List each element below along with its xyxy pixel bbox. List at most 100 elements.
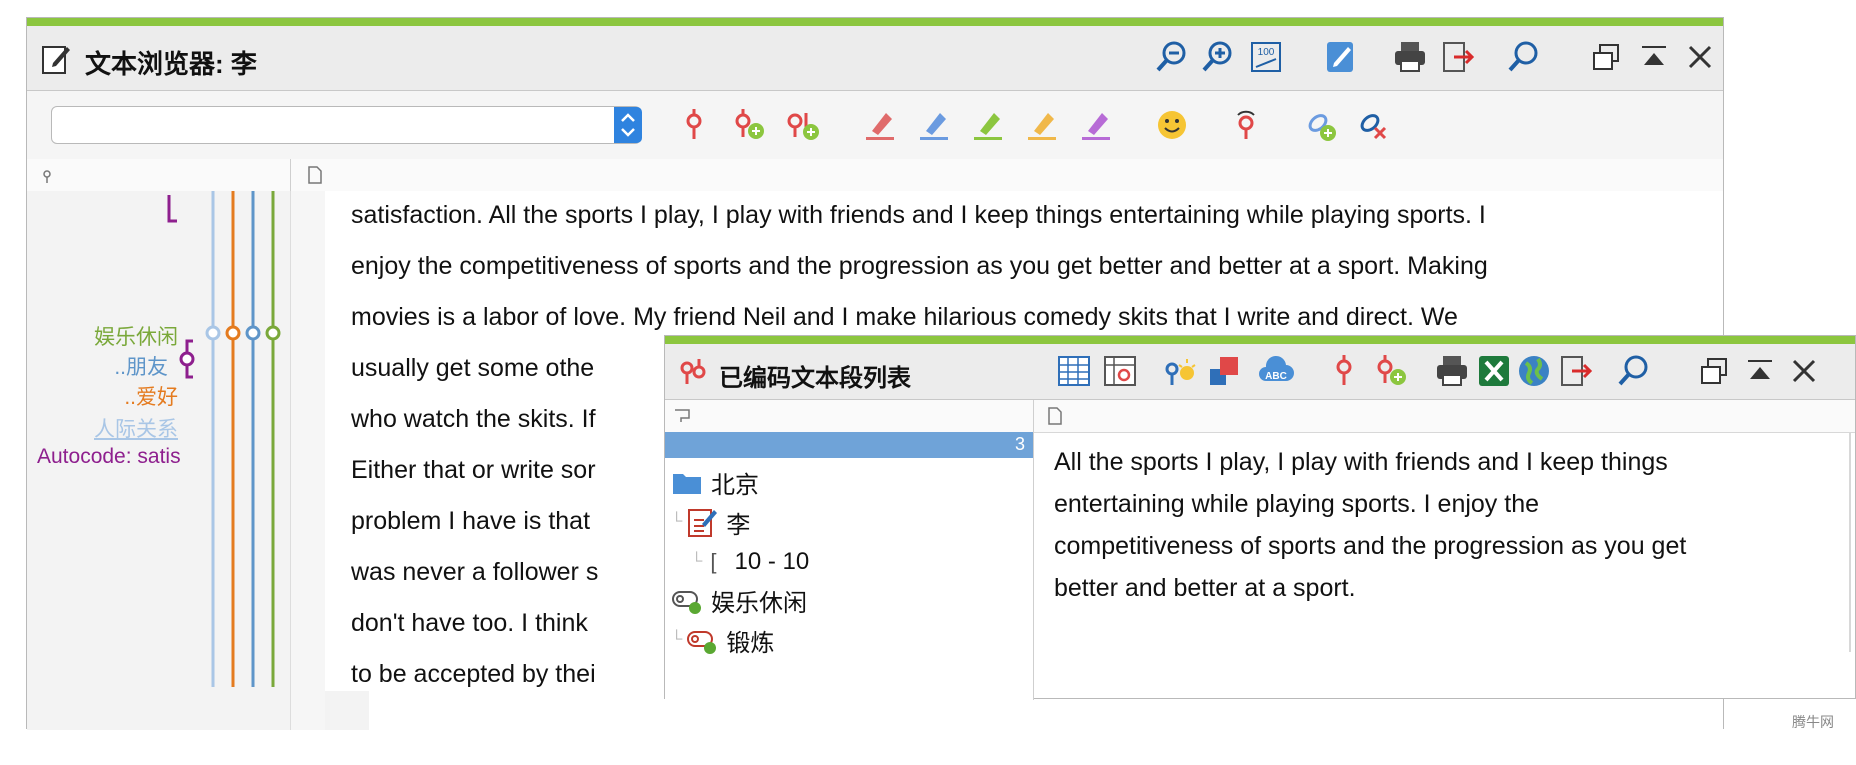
excel-export-icon[interactable] [1475,352,1513,390]
restore-window-icon[interactable] [1587,38,1625,76]
table-view-icon[interactable] [1055,352,1093,390]
tree-header-row[interactable]: 3 [665,432,1033,458]
column-header [665,400,1855,433]
column-divider[interactable] [1033,400,1034,432]
code-label-relationships[interactable]: 人际关系 [94,413,178,443]
doc-line: satisfaction. All the sports I play, I p… [351,201,1486,229]
add-code-with-info-icon[interactable] [783,106,821,144]
add-code-icon[interactable] [1371,352,1409,390]
segment-bracket-icon: [ [710,549,717,574]
watermark: 腾牛网 [1792,714,1834,730]
doc-line: enjoy the competitiveness of sports and … [351,252,1488,280]
tree-item-label: 娱乐休闲 [711,589,807,617]
highlight-yellow-icon[interactable] [1023,106,1061,144]
vertical-scrollbar[interactable] [1849,432,1851,652]
emoticode-smiley-icon[interactable] [1153,106,1191,144]
search-icon[interactable] [1615,352,1653,390]
gutter-marker [325,691,369,730]
doc-line: who watch the skits. If [351,405,596,433]
combo-dropdown-button[interactable] [614,107,642,143]
segment-column-icon [673,408,691,429]
smart-coding-icon[interactable] [1161,352,1199,390]
code-label-recreation[interactable]: 娱乐休闲 [94,321,178,351]
title-bar: 文本浏览器: 李 100 [27,26,1723,91]
highlight-red-icon[interactable] [861,106,899,144]
undo-code-icon[interactable] [1227,106,1265,144]
coded-segments-window: 已编码文本段列表 ABC 3 北京 └ 李 └ [10 - 10 娱乐休闲 └… [664,335,1856,700]
word-cloud-abc-icon[interactable]: ABC [1257,352,1295,390]
close-icon[interactable] [1681,38,1719,76]
remove-link-icon[interactable] [1353,106,1391,144]
export-icon[interactable] [1557,352,1595,390]
column-header [27,159,1723,192]
doc-line: movies is a labor of love. My friend Nei… [351,303,1458,331]
code-stripes-margin: 娱乐休闲 ..朋友 ..爱好 人际关系 Autocode: satis [27,191,291,730]
tree-item-label: 10 - 10 [734,548,810,575]
doc-line: to be accepted by thei [351,660,596,688]
tree-item-document[interactable]: └ 李 [671,502,750,542]
segment-count: 3 [1014,434,1025,454]
window-accent-bar [665,336,1855,344]
highlight-blue-icon[interactable] [915,106,953,144]
close-icon[interactable] [1785,352,1823,390]
preview-line: better and better at a sport. [1054,574,1356,602]
code-icon [687,631,717,654]
column-divider[interactable] [290,159,291,191]
edit-mode-icon[interactable] [1321,38,1359,76]
highlight-green-icon[interactable] [969,106,1007,144]
doc-line: don't have too. I think [351,609,588,637]
window-title: 已编码文本段列表 [719,365,911,392]
add-code-icon[interactable] [729,106,767,144]
title-bar: 已编码文本段列表 ABC [665,344,1855,400]
code-label-autocode[interactable]: Autocode: satis [37,445,181,469]
document-edit-icon [41,43,71,80]
globe-icon[interactable] [1515,352,1553,390]
tree-item-code[interactable]: 娱乐休闲 [671,580,807,620]
segment-preview-text[interactable]: All the sports I play, I play with frien… [1034,432,1856,700]
color-blocks-icon[interactable] [1205,352,1243,390]
zoom-in-icon[interactable] [1199,38,1237,76]
code-matrix-icon[interactable] [1101,352,1139,390]
toolbar [27,91,1723,160]
document-column-icon [1047,407,1063,430]
preview-line: competitiveness of sports and the progre… [1054,532,1687,560]
add-link-icon[interactable] [1301,106,1339,144]
folder-icon [673,474,701,494]
coded-segments-icon [677,356,709,393]
tree-item-folder[interactable]: 北京 [671,462,759,502]
tree-item-label: 北京 [711,471,759,499]
collapse-icon[interactable] [1635,38,1673,76]
code-icon[interactable] [675,106,713,144]
code-label-hobbies[interactable]: ..爱好 [124,381,178,411]
svg-text:100: 100 [1258,47,1275,58]
window-title: 文本浏览器: 李 [85,49,257,79]
zoom-100-icon[interactable]: 100 [1247,38,1285,76]
tree-item-segment[interactable]: └ [ 10 - 10 [691,542,809,582]
code-icon[interactable] [1325,352,1363,390]
document-icon [688,509,718,537]
code-label-friends[interactable]: ..朋友 [114,351,168,381]
print-icon[interactable] [1391,38,1429,76]
doc-line: usually get some othe [351,354,595,382]
doc-line: problem I have is that [351,507,591,535]
export-icon[interactable] [1439,38,1477,76]
highlight-purple-icon[interactable] [1077,106,1115,144]
document-column-icon [307,166,323,189]
doc-line: Either that or write sor [351,456,596,484]
preview-line: All the sports I play, I play with frien… [1054,448,1668,476]
code-column-icon [39,167,55,188]
collapse-icon[interactable] [1741,352,1779,390]
restore-window-icon[interactable] [1695,352,1733,390]
code-icon [672,591,701,614]
segments-tree: 3 北京 └ 李 └ [ 10 - 10 娱乐休闲 └ 锻炼 [665,432,1034,700]
print-icon[interactable] [1433,352,1471,390]
code-search-input[interactable] [60,111,604,141]
paragraph-number-gutter [291,191,325,730]
window-accent-bar [27,18,1723,26]
tree-item-label: 锻炼 [726,629,775,657]
svg-text:ABC: ABC [1265,371,1287,382]
tree-item-code[interactable]: └ 锻炼 [671,620,774,660]
search-icon[interactable] [1505,38,1543,76]
code-search-combobox[interactable] [51,106,642,144]
zoom-out-icon[interactable] [1153,38,1191,76]
